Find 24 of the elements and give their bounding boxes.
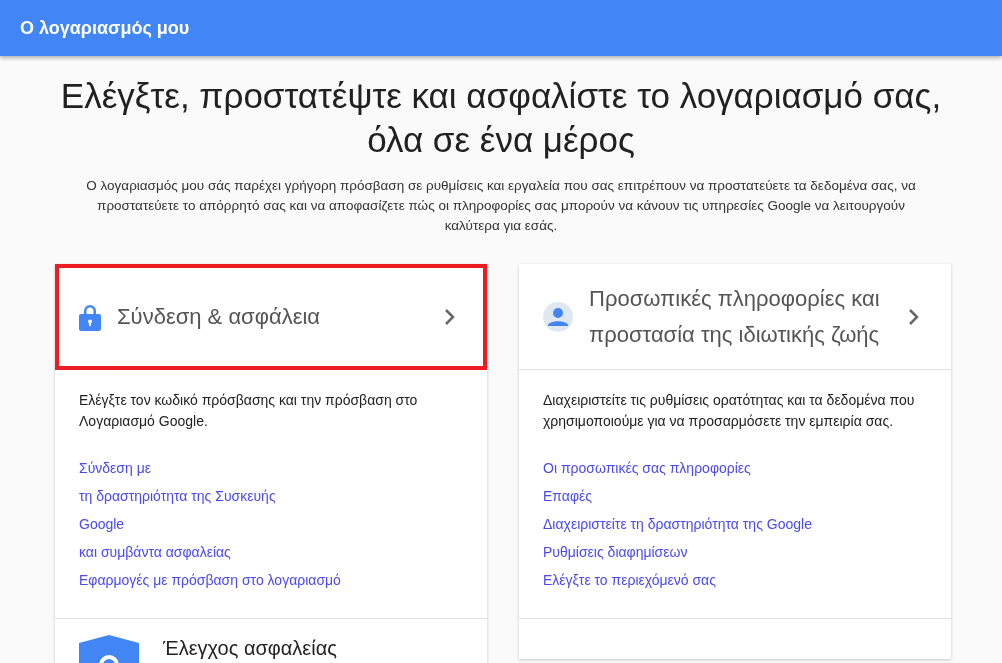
person-icon bbox=[543, 301, 573, 332]
chevron-icon bbox=[443, 306, 457, 327]
card-link[interactable]: Επαφές bbox=[543, 482, 592, 510]
card-title: Σύνδεση & ασφάλεια bbox=[117, 302, 322, 331]
app-title: Ο λογαριασμός μου bbox=[20, 17, 190, 39]
card-description: Ελέγξτε τον κωδικό πρόσβασης και την πρόσβαση στο Λογαριασμό Google. bbox=[79, 391, 419, 431]
card-link[interactable]: Ελέγξτε το περιεχόμενό σας bbox=[543, 566, 716, 594]
card-header[interactable]: Προσωπικές πληροφορίες και προστασία της ιδιωτικής ζωής bbox=[519, 264, 951, 370]
intro-text: Ο λογαριασμός μου σάς παρέχει γρήγορη πρόσβαση σε ρυθμίσεις και εργαλεία που σας επιτρέπουν να προστατεύετε τα δεδομένα σας, να προστατεύετε το απόρρητό σας και να αποφασίζετε πώς οι πληροφορίες σας μπορούν να κάνουν τις υπηρεσίες Google να λειτουργούν καλύτερα για εσάς. bbox=[85, 177, 917, 235]
chevron-icon bbox=[907, 306, 921, 327]
card-link[interactable]: Google bbox=[79, 510, 125, 538]
card-link[interactable]: Οι προσωπικές σας πληροφορίες bbox=[543, 454, 751, 482]
card-link[interactable]: τη δραστηριότητα της Συσκευής bbox=[79, 482, 276, 510]
card-link[interactable]: Ρυθμίσεις διαφημίσεων bbox=[543, 538, 688, 566]
card-link[interactable]: Εφαρμογές με πρόσβαση στο λογαριασμό bbox=[79, 566, 341, 594]
card-title: Προσωπικές πληροφορίες και προστασία της ιδιωτικής ζωής bbox=[589, 284, 881, 349]
card-link[interactable]: Διαχειριστείτε τη δραστηριότητα της Google bbox=[543, 510, 812, 538]
section-title: Έλεγχος ασφαλείας bbox=[163, 637, 337, 660]
card-header[interactable]: Σύνδεση & ασφάλεια bbox=[55, 264, 487, 370]
card-link[interactable]: Σύνδεση με bbox=[79, 454, 151, 482]
card-link[interactable]: και συμβάντα ασφαλείας bbox=[79, 538, 231, 566]
card-description: Διαχειριστείτε τις ρυθμίσεις ορατότητας και τα δεδομένα που χρησιμοποιούμε για να προσαρμόσετε την εμπειρία σας. bbox=[543, 391, 916, 431]
lock-icon bbox=[79, 302, 101, 331]
page-heading: Ελέγξτε, προστατέψτε και ασφαλίστε το λογαριασμό σας, όλα σε ένα μέρος bbox=[59, 75, 943, 161]
